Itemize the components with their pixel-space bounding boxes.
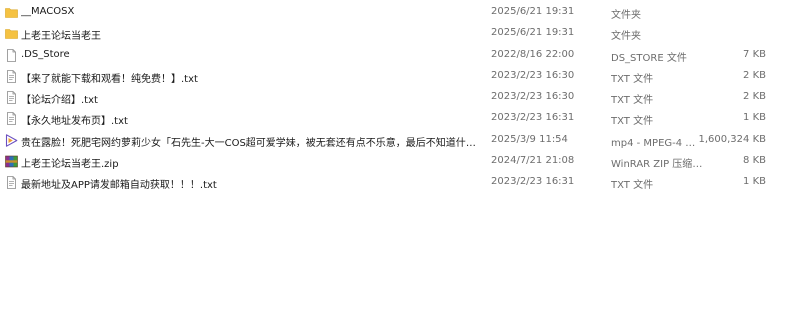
file-row[interactable]: 【来了就能下载和观看！纯免费！】.txt 2023/2/23 16:30 TXT… bbox=[0, 66, 800, 87]
file-modified-date: 2023/2/23 16:31 bbox=[491, 176, 575, 188]
file-type: TXT 文件 bbox=[611, 180, 654, 192]
file-modified-date: 2024/7/21 21:08 bbox=[491, 155, 575, 167]
video-file-icon bbox=[5, 134, 18, 147]
file-row[interactable]: 【永久地址发布页】.txt 2023/2/23 16:31 TXT 文件 1 K… bbox=[0, 108, 800, 129]
folder-icon bbox=[5, 6, 18, 19]
file-size: 2 KB bbox=[743, 91, 766, 103]
text-file-icon bbox=[5, 176, 18, 190]
file-row[interactable]: 【论坛介绍】.txt 2023/2/23 16:30 TXT 文件 2 KB bbox=[0, 87, 800, 108]
file-row[interactable]: 上老王论坛当老王 2025/6/21 19:31 文件夹 bbox=[0, 23, 800, 44]
text-file-icon bbox=[5, 91, 18, 105]
file-size: 1 KB bbox=[743, 112, 766, 124]
file-type: WinRAR ZIP 压缩文件 bbox=[611, 159, 703, 171]
file-name: 上老王论坛当老王 bbox=[21, 31, 101, 43]
file-type: 文件夹 bbox=[611, 31, 641, 43]
file-size: 7 KB bbox=[743, 48, 766, 60]
file-name: 贵在露脸！死肥宅网约萝莉少女「石先生-大一COS超可爱学妹，被无套还有点不乐意，… bbox=[21, 137, 477, 149]
file-type: TXT 文件 bbox=[611, 116, 654, 128]
file-row[interactable]: .DS_Store 2022/8/16 22:00 DS_STORE 文件 7 … bbox=[0, 45, 800, 66]
file-modified-date: 2023/2/23 16:31 bbox=[491, 112, 575, 124]
file-row[interactable]: 贵在露脸！死肥宅网约萝莉少女「石先生-大一COS超可爱学妹，被无套还有点不乐意，… bbox=[0, 130, 800, 151]
text-file-icon bbox=[5, 69, 18, 83]
file-list: __MACOSX 2025/6/21 19:31 文件夹 上老王论坛当老王 20… bbox=[0, 2, 800, 194]
file-modified-date: 2025/6/21 19:31 bbox=[491, 6, 575, 17]
file-type: DS_STORE 文件 bbox=[611, 52, 687, 64]
file-name: 【来了就能下载和观看！纯免费！】.txt bbox=[21, 73, 198, 85]
file-name: .DS_Store bbox=[21, 48, 70, 60]
file-name: 上老王论坛当老王.zip bbox=[21, 159, 119, 171]
file-size: 1 KB bbox=[743, 176, 766, 188]
text-file-icon bbox=[5, 112, 18, 126]
file-type: TXT 文件 bbox=[611, 95, 654, 107]
file-modified-date: 2025/3/9 11:54 bbox=[491, 133, 568, 145]
file-icon bbox=[5, 48, 18, 62]
file-size: 2 KB bbox=[743, 69, 766, 81]
folder-icon bbox=[5, 27, 18, 40]
file-row[interactable]: __MACOSX 2025/6/21 19:31 文件夹 bbox=[0, 2, 800, 23]
file-modified-date: 2023/2/23 16:30 bbox=[491, 69, 575, 81]
file-name: __MACOSX bbox=[21, 6, 75, 17]
file-row[interactable]: 最新地址及APP请发邮箱自动获取！！！.txt 2023/2/23 16:31 … bbox=[0, 172, 800, 193]
file-name: 最新地址及APP请发邮箱自动获取！！！.txt bbox=[21, 180, 217, 192]
file-type: TXT 文件 bbox=[611, 73, 654, 85]
zip-archive-icon bbox=[5, 155, 18, 168]
file-row[interactable]: 上老王论坛当老王.zip 2024/7/21 21:08 WinRAR ZIP … bbox=[0, 151, 800, 172]
file-size: 8 KB bbox=[743, 155, 766, 167]
file-name: 【论坛介绍】.txt bbox=[21, 95, 98, 107]
file-name: 【永久地址发布页】.txt bbox=[21, 116, 128, 128]
file-modified-date: 2022/8/16 22:00 bbox=[491, 48, 575, 60]
file-size: 1,600,324 KB bbox=[698, 133, 767, 145]
file-type: mp4 - MPEG-4 电影... bbox=[611, 137, 703, 149]
file-modified-date: 2023/2/23 16:30 bbox=[491, 91, 575, 103]
file-modified-date: 2025/6/21 19:31 bbox=[491, 27, 575, 39]
file-type: 文件夹 bbox=[611, 10, 641, 21]
